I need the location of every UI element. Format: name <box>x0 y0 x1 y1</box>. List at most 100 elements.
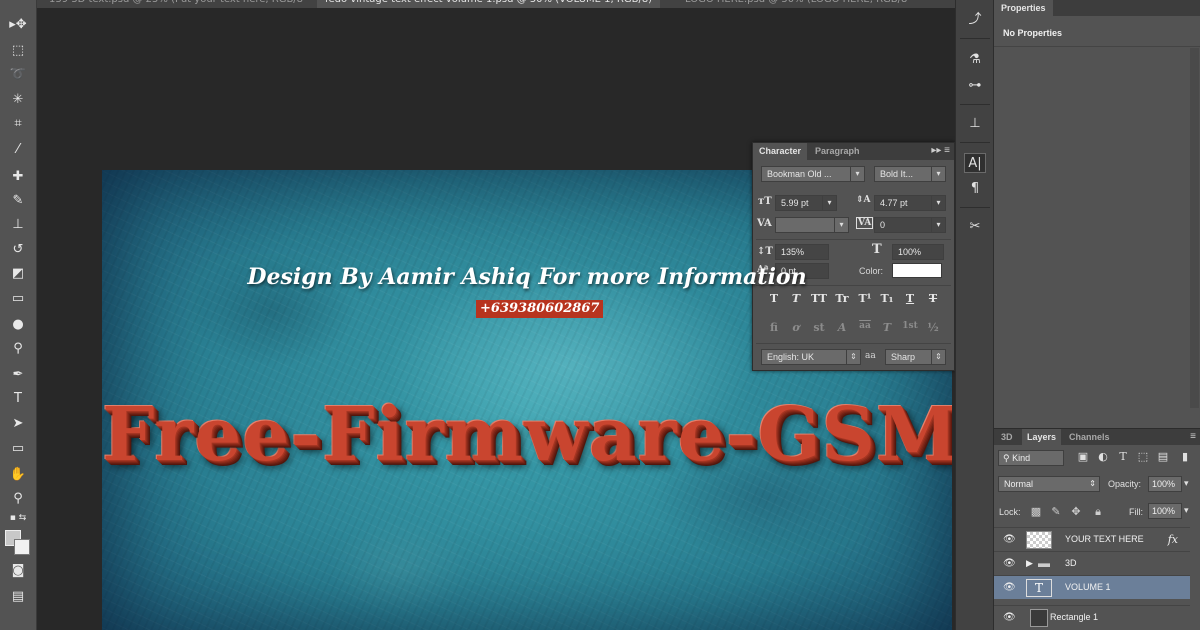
healing-brush-icon[interactable]: ✚ <box>6 166 30 186</box>
eye-icon[interactable]: 👁︎ <box>1003 534 1016 545</box>
tab-properties[interactable]: Properties <box>994 0 1053 16</box>
gradient-icon[interactable]: ▭ <box>6 288 30 308</box>
type-icon[interactable]: T <box>6 388 30 408</box>
history-icon[interactable]: ⤴ <box>964 10 986 30</box>
all-caps-button[interactable]: TT <box>810 292 828 308</box>
expand-arrow-icon[interactable]: ▶ <box>1026 558 1033 569</box>
background-color-swatch[interactable] <box>14 539 30 555</box>
faux-bold-button[interactable]: T <box>765 292 783 308</box>
pixel-filter-icon[interactable]: ▣ <box>1076 450 1090 466</box>
vertical-scale-icon: ↕T <box>757 246 773 257</box>
brush-icon[interactable]: ✎ <box>6 190 30 210</box>
vertical-scale-field[interactable]: 135% <box>775 244 829 260</box>
fx-icon[interactable]: fx <box>1168 533 1178 546</box>
shape-filter-icon[interactable]: ⬚ <box>1136 450 1150 466</box>
kerning-field[interactable]: ▾ <box>775 217 849 233</box>
quick-mask-icon[interactable]: ◙ <box>6 560 30 580</box>
type-filter-icon[interactable]: T <box>1116 450 1130 466</box>
path-selection-icon[interactable]: ➤ <box>6 413 30 433</box>
ordinals-alt-button[interactable]: T <box>878 321 896 337</box>
paragraph-icon[interactable]: ¶ <box>964 179 986 199</box>
font-size-field[interactable]: 5.99 pt ▾ <box>775 195 837 211</box>
lock-label: Lock: <box>999 507 1021 517</box>
lock-transparent-icon[interactable]: ▩ <box>1030 505 1042 518</box>
eyedropper-icon[interactable]: ⁄ <box>6 139 30 159</box>
layer-row[interactable]: 👁︎ Rectangle 1 <box>994 605 1190 629</box>
filter-toggle-icon[interactable]: ▮ <box>1178 450 1192 466</box>
blur-icon[interactable]: ● <box>6 314 30 334</box>
stylistic-alternates-button[interactable]: A <box>833 321 851 337</box>
zoom-icon[interactable]: ⚲ <box>6 488 30 508</box>
smart-object-filter-icon[interactable]: ▤ <box>1156 450 1170 466</box>
font-family-value: Bookman Old ... <box>767 169 832 179</box>
blend-mode-select[interactable]: Normal ⇕ <box>998 476 1100 492</box>
pen-icon[interactable]: ✒ <box>6 364 30 384</box>
fill-field[interactable]: 100% <box>1148 503 1182 519</box>
underline-button[interactable]: T <box>901 292 919 308</box>
horizontal-scale-field[interactable]: 100% <box>892 244 944 260</box>
layer-row-selected[interactable]: 👁︎ T VOLUME 1 <box>994 575 1190 599</box>
opacity-field[interactable]: 100% <box>1148 476 1182 492</box>
tab-3d[interactable]: 3D <box>996 429 1018 445</box>
lock-position-icon[interactable]: ✥ <box>1070 505 1082 518</box>
subscript-button[interactable]: T₁ <box>878 292 896 308</box>
default-colors-icon[interactable]: ▪ ⇆ <box>6 508 30 528</box>
hand-icon[interactable]: ✋ <box>6 464 30 484</box>
small-caps-button[interactable]: Tr <box>833 292 851 308</box>
old-style-button[interactable]: ơ <box>787 321 805 337</box>
fractions-button[interactable]: ½ <box>924 321 942 337</box>
language-select[interactable]: English: UK ⇕ <box>761 349 861 365</box>
adjustment-filter-icon[interactable]: ◐ <box>1096 450 1110 466</box>
history-brush-icon[interactable]: ↺ <box>6 239 30 259</box>
faux-italic-button[interactable]: T <box>787 292 805 308</box>
titling-alternates-button[interactable]: aa <box>856 321 874 337</box>
eye-icon[interactable]: 👁︎ <box>1003 558 1016 569</box>
ligatures-button[interactable]: fi <box>765 321 783 337</box>
shape-layer-thumbnail <box>1030 609 1048 627</box>
tab-vintage-volume-1[interactable]: fedo vintage text effect volume 1.psd @ … <box>317 0 661 8</box>
kind-filter-select[interactable]: ⚲ Kind <box>998 450 1064 466</box>
strikethrough-button[interactable]: T <box>924 292 942 308</box>
rectangle-icon[interactable]: ▭ <box>6 438 30 458</box>
tab-logo-here[interactable]: LOGO HERE.psd @ 50% (LOGO HERE, RGB/8 <box>677 0 915 8</box>
layer-row[interactable]: 👁︎ YOUR TEXT HERE fx <box>994 527 1190 551</box>
superscript-button[interactable]: T¹ <box>856 292 874 308</box>
eye-icon[interactable]: 👁︎ <box>1003 612 1016 623</box>
eye-icon[interactable]: 👁︎ <box>1003 582 1016 593</box>
crop-icon[interactable]: ⌗ <box>6 113 30 133</box>
leading-field[interactable]: 4.77 pt ▾ <box>874 195 946 211</box>
tab-character[interactable]: Character <box>753 143 808 160</box>
layer-row[interactable]: 👁︎ ▶ ▬ 3D <box>994 551 1190 575</box>
character-panel-icon[interactable]: A| <box>964 153 986 173</box>
eraser-icon[interactable]: ◩ <box>6 263 30 283</box>
tab-channels[interactable]: Channels <box>1064 429 1115 445</box>
properties-scrollbar[interactable] <box>1190 48 1199 408</box>
brushes-icon[interactable]: ⚗ <box>964 50 986 70</box>
tab-layers[interactable]: Layers <box>1022 429 1062 445</box>
font-style-select[interactable]: Bold It... ▾ <box>874 166 946 182</box>
tools-icon[interactable]: ✂ <box>964 217 986 237</box>
adjustments-icon[interactable]: ⊶ <box>964 76 986 96</box>
lock-image-icon[interactable]: ✎ <box>1050 505 1062 518</box>
chevron-down-icon[interactable]: ▾ <box>1184 505 1189 516</box>
tab-paragraph[interactable]: Paragraph <box>809 143 866 160</box>
tracking-field[interactable]: 0 ▾ <box>874 217 946 233</box>
chevron-down-icon: ⇕ <box>846 350 860 364</box>
panel-menu-icon[interactable]: ▸▸ ≡ <box>931 145 950 156</box>
tab-139-3d-text[interactable]: 139 3D text.psd @ 25% (Put your text her… <box>41 0 311 8</box>
font-family-select[interactable]: Bookman Old ... ▾ <box>761 166 865 182</box>
marquee-icon[interactable]: ⬚ <box>6 40 30 60</box>
clone-stamp-icon[interactable]: ⊥ <box>6 214 30 234</box>
swash-button[interactable]: st <box>810 321 828 337</box>
dodge-icon[interactable]: ⚲ <box>6 338 30 358</box>
lasso-icon[interactable]: ➰ <box>6 64 30 84</box>
ordinals-button[interactable]: 1st <box>901 321 919 337</box>
lock-all-icon[interactable]: 🔒︎ <box>1092 505 1104 519</box>
antialias-select[interactable]: Sharp ⇕ <box>885 349 946 365</box>
move-icon[interactable]: ▸✥ <box>6 14 30 34</box>
clone-source-icon[interactable]: ⊥ <box>964 114 986 134</box>
chevron-down-icon[interactable]: ▾ <box>1184 478 1189 489</box>
magic-wand-icon[interactable]: ✳ <box>6 89 30 109</box>
screen-mode-icon[interactable]: ▤ <box>6 586 30 606</box>
panel-menu-icon[interactable]: ≡ <box>1190 431 1196 442</box>
